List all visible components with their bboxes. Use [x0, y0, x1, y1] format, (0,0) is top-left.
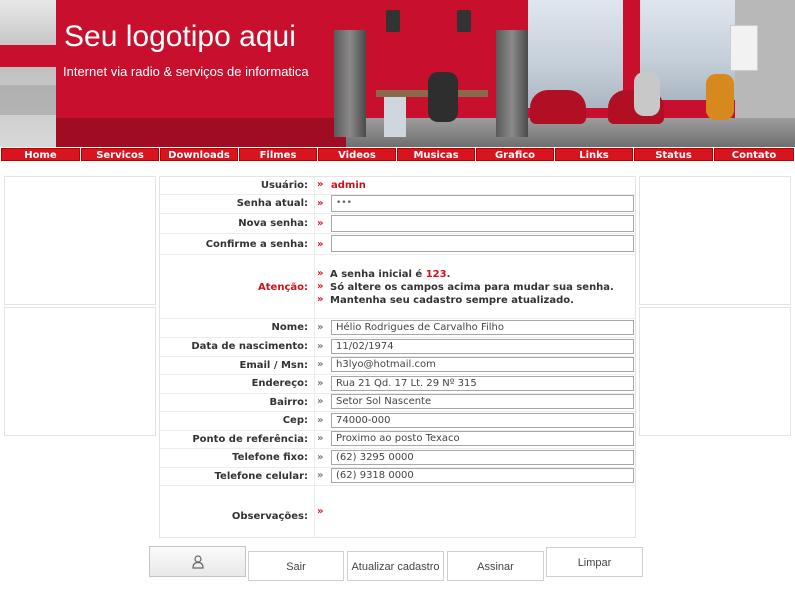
- nav-filmes[interactable]: Filmes: [239, 148, 317, 161]
- endereco-input[interactable]: Rua 21 Qd. 17 Lt. 29 Nº 315: [331, 376, 634, 391]
- arrow-icon: »: [317, 470, 324, 481]
- referencia-label: Ponto de referência:: [192, 434, 308, 445]
- computer-tower-image: [384, 97, 406, 137]
- nova-senha-input[interactable]: [331, 215, 634, 232]
- nav-grafico[interactable]: Grafico: [476, 148, 554, 161]
- arrow-icon: »: [317, 359, 324, 370]
- observacoes-textarea[interactable]: [331, 488, 634, 536]
- person-image: [634, 72, 660, 116]
- red-chair-image: [530, 90, 586, 124]
- right-side-box: [639, 307, 791, 436]
- telefone-celular-input[interactable]: (62) 9318 0000: [331, 468, 634, 483]
- cep-input[interactable]: 74000-000: [331, 413, 634, 428]
- nav-status[interactable]: Status: [634, 148, 713, 161]
- logo-subtitle: Internet via radio & serviços de informa…: [63, 64, 309, 79]
- form-row-divider: [159, 374, 636, 375]
- header-stripe: [56, 118, 346, 147]
- arrow-icon: »: [317, 239, 324, 250]
- person-image: [428, 72, 458, 122]
- limpar-button[interactable]: Limpar: [546, 547, 643, 577]
- header-left-panel: [0, 0, 56, 147]
- nav-musicas[interactable]: Musicas: [397, 148, 475, 161]
- atencao-line-3: Mantenha seu cadastro sempre atualizado.: [330, 295, 574, 306]
- form-row-divider: [159, 213, 636, 214]
- arrow-icon: »: [317, 281, 324, 292]
- email-input[interactable]: h3lyo@hotmail.com: [331, 357, 634, 372]
- form-row-divider: [159, 318, 636, 319]
- nome-label: Nome:: [271, 322, 308, 333]
- arrow-icon: »: [317, 378, 324, 389]
- nascimento-label: Data de nascimento:: [191, 341, 308, 352]
- usuario-value: admin: [331, 180, 366, 191]
- form-row-divider: [159, 411, 636, 412]
- nav-links[interactable]: Links: [555, 148, 633, 161]
- telefone-fixo-label: Telefone fixo:: [232, 452, 308, 463]
- arrow-icon: »: [317, 433, 324, 444]
- nav-home[interactable]: Home: [1, 148, 80, 161]
- header-banner: Seu logotipo aqui Internet via radio & s…: [0, 0, 795, 147]
- observacoes-label: Observações:: [231, 511, 308, 522]
- user-icon: [192, 555, 204, 569]
- sair-button[interactable]: Sair: [248, 551, 344, 581]
- form-row-divider: [159, 233, 636, 234]
- speaker-image: [457, 10, 471, 32]
- arrow-icon: »: [317, 179, 324, 190]
- atencao-label: Atenção:: [258, 282, 308, 293]
- email-label: Email / Msn:: [239, 360, 309, 371]
- cabinet-image: [496, 30, 528, 137]
- arrow-icon: »: [317, 341, 324, 352]
- arrow-icon: »: [317, 294, 324, 305]
- form-column-divider: [314, 176, 315, 538]
- arrow-icon: »: [317, 396, 324, 407]
- nascimento-input[interactable]: 11/02/1974: [331, 339, 634, 354]
- confirme-senha-input[interactable]: [331, 235, 634, 252]
- speaker-image: [386, 10, 400, 32]
- logo-title: Seu logotipo aqui: [64, 20, 296, 53]
- left-side-box: [4, 176, 156, 305]
- arrow-icon: »: [317, 452, 324, 463]
- cep-label: Cep:: [282, 415, 308, 426]
- form-row-divider: [159, 448, 636, 449]
- atencao-line-1: A senha inicial é 123.: [330, 269, 450, 280]
- arrow-icon: »: [317, 198, 324, 209]
- bairro-input[interactable]: Setor Sol Nascente: [331, 394, 634, 409]
- atencao-line-2: Só altere os campos acima para mudar sua…: [330, 282, 614, 293]
- nav-servicos[interactable]: Servicos: [81, 148, 159, 161]
- person-image: [706, 74, 734, 120]
- nav-videos[interactable]: Videos: [318, 148, 396, 161]
- right-side-box: [639, 176, 791, 305]
- arrow-icon: »: [317, 415, 324, 426]
- cabinet-image: [334, 30, 366, 137]
- user-button[interactable]: [149, 546, 246, 577]
- arrow-icon: »: [317, 506, 324, 517]
- telefone-celular-label: Telefone celular:: [214, 471, 308, 482]
- assinar-button[interactable]: Assinar: [447, 551, 544, 581]
- form-row-divider: [159, 254, 636, 255]
- bairro-label: Bairro:: [269, 397, 308, 408]
- referencia-input[interactable]: Proximo ao posto Texaco: [331, 431, 634, 446]
- usuario-label: Usuário:: [260, 180, 308, 191]
- nav-contato[interactable]: Contato: [714, 148, 794, 161]
- poster-image: [730, 25, 758, 71]
- confirme-senha-label: Confirme a senha:: [205, 239, 308, 250]
- telefone-fixo-input[interactable]: (62) 3295 0000: [331, 450, 634, 465]
- nova-senha-label: Nova senha:: [238, 218, 308, 229]
- nav-downloads[interactable]: Downloads: [160, 148, 238, 161]
- form-row-divider: [159, 485, 636, 486]
- atencao-line-1-prefix: A senha inicial é: [330, 269, 426, 280]
- atencao-line-1-highlight: 123: [425, 269, 447, 280]
- atencao-line-1-suffix: .: [446, 269, 451, 280]
- arrow-icon: »: [317, 322, 324, 333]
- form-row-divider: [159, 337, 636, 338]
- senha-atual-input[interactable]: •••: [331, 195, 634, 212]
- senha-atual-label: Senha atual:: [236, 198, 308, 209]
- left-side-box: [4, 307, 156, 436]
- arrow-icon: »: [317, 268, 324, 279]
- endereco-label: Endereço:: [251, 378, 308, 389]
- arrow-icon: »: [317, 218, 324, 229]
- nome-input[interactable]: Hélio Rodrigues de Carvalho Filho: [331, 320, 634, 335]
- atualizar-cadastro-button[interactable]: Atualizar cadastro: [347, 551, 444, 581]
